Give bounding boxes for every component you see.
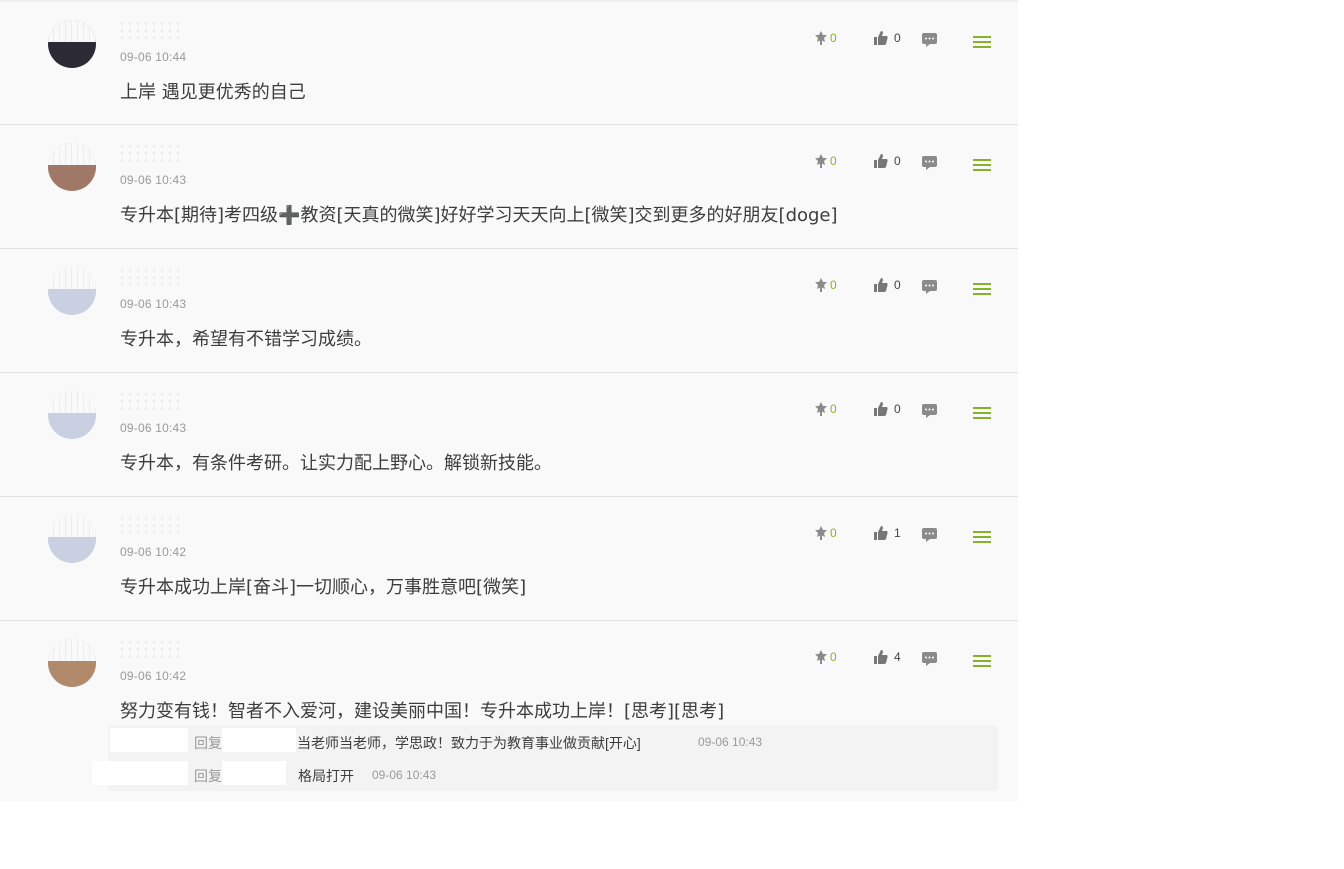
comment-item: 09-06 10:43 专升本，希望有不错学习成绩。 0 0 (0, 248, 1018, 372)
like-button[interactable]: 0 (873, 277, 901, 293)
reply-item: 回复 格局打开 09-06 10:43 (92, 761, 998, 787)
reward-button[interactable]: 0 (813, 401, 837, 417)
reward-count: 0 (830, 526, 837, 540)
reply-button[interactable] (921, 651, 938, 672)
menu-icon[interactable] (973, 36, 991, 50)
comment-icon (922, 156, 937, 170)
reply-item: 回复 当老师当老师，学思政！致力于为教育事业做贡献[开心] 09-06 10:4… (108, 728, 998, 754)
like-count: 0 (894, 31, 901, 45)
thumbs-up-icon (874, 402, 888, 416)
comment-time: 09-06 10:43 (120, 421, 187, 435)
comment-feed: 09-06 10:44 上岸 遇见更优秀的自己 0 0 09-06 10:43 … (0, 0, 1018, 801)
comment-time: 09-06 10:44 (120, 50, 187, 64)
reward-button[interactable]: 0 (813, 277, 837, 293)
reply-label: 回复 (194, 735, 222, 751)
comment-icon (922, 33, 937, 47)
reply-text: 当老师当老师，学思政！致力于为教育事业做贡献[开心] (297, 735, 641, 751)
username-redacted (118, 391, 180, 413)
comment-time: 09-06 10:42 (120, 669, 187, 683)
menu-icon[interactable] (973, 655, 991, 669)
reward-icon (815, 154, 827, 168)
reward-count: 0 (830, 31, 837, 45)
like-count: 1 (894, 526, 901, 540)
reward-button[interactable]: 0 (813, 30, 837, 46)
menu-icon[interactable] (973, 283, 991, 297)
comment-icon (922, 280, 937, 294)
comment-icon (922, 652, 937, 666)
avatar[interactable] (48, 391, 96, 439)
username-redacted (118, 639, 180, 661)
comment-time: 09-06 10:42 (120, 545, 187, 559)
avatar[interactable] (48, 20, 96, 68)
like-count: 0 (894, 154, 901, 168)
reply-button[interactable] (921, 155, 938, 176)
username-redacted (118, 515, 180, 537)
reward-count: 0 (830, 650, 837, 664)
reward-icon (815, 650, 827, 664)
reward-icon (815, 278, 827, 292)
like-button[interactable]: 4 (873, 649, 901, 665)
like-button[interactable]: 1 (873, 525, 901, 541)
reply-time: 09-06 10:43 (698, 735, 763, 749)
comment-item: 09-06 10:42 专升本成功上岸[奋斗]一切顺心，万事胜意吧[微笑] 0 … (0, 496, 1018, 620)
username-redacted[interactable] (222, 761, 286, 785)
like-button[interactable]: 0 (873, 30, 901, 46)
reply-time: 09-06 10:43 (372, 768, 437, 782)
comment-text: 专升本，希望有不错学习成绩。 (120, 329, 372, 350)
menu-icon[interactable] (973, 159, 991, 173)
comment-text: 专升本成功上岸[奋斗]一切顺心，万事胜意吧[微笑] (120, 577, 527, 598)
comment-text: 专升本[期待]考四级➕教资[天真的微笑]好好学习天天向上[微笑]交到更多的好朋友… (120, 205, 838, 226)
comment-icon (922, 528, 937, 542)
comment-icon (922, 404, 937, 418)
comment-item: 09-06 10:43 专升本，有条件考研。让实力配上野心。解锁新技能。 0 0 (0, 372, 1018, 496)
avatar[interactable] (48, 267, 96, 315)
username-redacted (118, 143, 180, 165)
like-count: 0 (894, 402, 901, 416)
reward-count: 0 (830, 278, 837, 292)
reward-button[interactable]: 0 (813, 649, 837, 665)
comment-time: 09-06 10:43 (120, 297, 187, 311)
reply-button[interactable] (921, 527, 938, 548)
comment-time: 09-06 10:43 (120, 173, 187, 187)
comment-text: 专升本，有条件考研。让实力配上野心。解锁新技能。 (120, 453, 552, 474)
like-button[interactable]: 0 (873, 401, 901, 417)
thumbs-up-icon (874, 31, 888, 45)
avatar[interactable] (48, 639, 96, 687)
comment-item: 09-06 10:42 努力变有钱！智者不入爱河，建设美丽中国！专升本成功上岸！… (0, 620, 1018, 795)
comment-item: 09-06 10:44 上岸 遇见更优秀的自己 0 0 (0, 0, 1018, 124)
username-redacted (118, 267, 180, 289)
like-count: 4 (894, 650, 901, 664)
reward-button[interactable]: 0 (813, 525, 837, 541)
reward-count: 0 (830, 154, 837, 168)
menu-icon[interactable] (973, 531, 991, 545)
reward-icon (815, 402, 827, 416)
reply-thread: 回复 当老师当老师，学思政！致力于为教育事业做贡献[开心] 09-06 10:4… (92, 725, 998, 791)
reply-button[interactable] (921, 32, 938, 53)
like-count: 0 (894, 278, 901, 292)
avatar[interactable] (48, 143, 96, 191)
thumbs-up-icon (874, 154, 888, 168)
username-redacted[interactable] (92, 761, 188, 785)
menu-icon[interactable] (973, 407, 991, 421)
reward-count: 0 (830, 402, 837, 416)
comment-item: 09-06 10:43 专升本[期待]考四级➕教资[天真的微笑]好好学习天天向上… (0, 124, 1018, 248)
reply-label: 回复 (194, 768, 222, 784)
reward-icon (815, 31, 827, 45)
comment-text: 努力变有钱！智者不入爱河，建设美丽中国！专升本成功上岸！[思考][思考] (120, 701, 725, 722)
username-redacted (118, 20, 180, 42)
reward-button[interactable]: 0 (813, 153, 837, 169)
thumbs-up-icon (874, 650, 888, 664)
like-button[interactable]: 0 (873, 153, 901, 169)
username-redacted[interactable] (110, 728, 188, 752)
reply-button[interactable] (921, 403, 938, 424)
reply-text: 格局打开 (298, 768, 354, 784)
reply-button[interactable] (921, 279, 938, 300)
avatar[interactable] (48, 515, 96, 563)
thumbs-up-icon (874, 278, 888, 292)
reward-icon (815, 526, 827, 540)
thumbs-up-icon (874, 526, 888, 540)
username-redacted[interactable] (222, 728, 296, 752)
comment-text: 上岸 遇见更优秀的自己 (120, 82, 306, 103)
